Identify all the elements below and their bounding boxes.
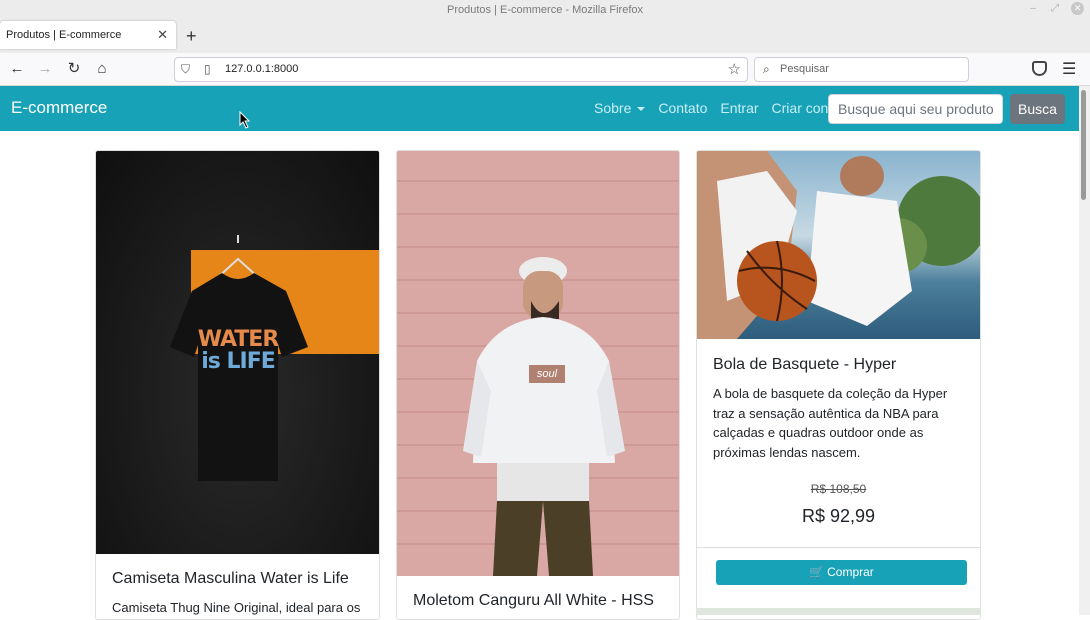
forward-icon[interactable]: → <box>35 59 55 79</box>
browser-tab[interactable]: Produtos | E-commerce ✕ <box>0 21 176 49</box>
site-navbar: E-commerce Sobre Contato Entrar Criar co… <box>0 86 1079 131</box>
url-bar[interactable]: ⛉ ▯ 127.0.0.1:8000 ☆ <box>174 57 748 82</box>
next-product-image-edge <box>696 608 981 615</box>
product-title[interactable]: Bola de Basquete - Hyper <box>713 356 896 374</box>
product-price: R$ 92,99 <box>801 506 876 526</box>
card-footer-divider <box>697 547 980 548</box>
product-card: soul Moletom Canguru All White - HSS <box>396 150 680 620</box>
page-scrollbar[interactable] <box>1079 86 1090 615</box>
window-title: Produtos | E-commerce - Mozilla Firefox <box>446 4 644 16</box>
tab-strip: Produtos | E-commerce ✕ + <box>0 20 1090 53</box>
close-window-icon[interactable]: ✕ <box>1071 2 1084 15</box>
new-tab-icon[interactable]: + <box>186 24 197 48</box>
browser-toolbar: ← → ↻ ⌂ ⛉ ▯ 127.0.0.1:8000 ☆ ⌕ Pesquisar… <box>0 53 1090 86</box>
tab-label: Produtos | E-commerce <box>6 29 122 41</box>
maximize-icon[interactable]: ⤢ <box>1049 3 1061 15</box>
product-image[interactable]: soul <box>397 151 679 576</box>
product-title[interactable]: Camiseta Masculina Water is Life <box>112 570 349 588</box>
nav-sobre-label: Sobre <box>594 100 632 116</box>
hoodie-print: soul <box>536 368 558 380</box>
product-image[interactable]: WATER is LIFE <box>96 151 379 554</box>
mouse-cursor-icon <box>239 111 251 129</box>
basketball-illustration <box>697 151 980 339</box>
product-card: Bola de Basquete - Hyper A bola de basqu… <box>696 150 981 620</box>
minimize-icon[interactable]: – <box>1027 3 1039 15</box>
shirt-print-line1: WATER <box>197 327 280 352</box>
menu-icon[interactable]: ☰ <box>1062 59 1076 79</box>
product-card: WATER is LIFE Camiseta Masculina Water i… <box>95 150 380 620</box>
nav-contato[interactable]: Contato <box>658 100 707 116</box>
caret-down-icon <box>637 107 646 112</box>
buy-button[interactable]: 🛒 Comprar <box>716 560 967 585</box>
product-description: A bola de basquete da coleção da Hyper t… <box>713 386 948 460</box>
nav-sobre[interactable]: Sobre <box>594 100 646 116</box>
search-button[interactable]: Busca <box>1010 94 1065 124</box>
pocket-icon[interactable] <box>1032 61 1047 76</box>
cart-icon: 🛒 <box>809 565 825 579</box>
reload-icon[interactable]: ↻ <box>64 59 84 79</box>
home-icon[interactable]: ⌂ <box>92 59 112 79</box>
product-old-price: R$ 108,50 <box>810 482 867 496</box>
shield-icon[interactable]: ⛉ <box>181 58 190 81</box>
hoodie-illustration <box>463 257 625 576</box>
window-controls: – ⤢ ✕ <box>1027 2 1084 15</box>
search-icon: ⌕ <box>763 62 770 76</box>
page-icon: ▯ <box>204 62 211 76</box>
buy-button-label: Comprar <box>827 565 874 579</box>
shirt-print: WATER is LIFE <box>188 329 288 373</box>
browser-search-input[interactable]: ⌕ Pesquisar <box>754 57 969 82</box>
back-icon[interactable]: ← <box>7 59 27 79</box>
product-image[interactable] <box>697 151 980 339</box>
scrollbar-thumb[interactable] <box>1081 90 1086 200</box>
window-titlebar: Produtos | E-commerce - Mozilla Firefox … <box>0 0 1090 20</box>
product-title[interactable]: Moletom Canguru All White - HSS <box>413 592 654 610</box>
browser-search-placeholder: Pesquisar <box>780 63 829 75</box>
shirt-print-line2: is LIFE <box>201 349 276 374</box>
close-tab-icon[interactable]: ✕ <box>157 21 168 49</box>
product-search-input[interactable]: Busque aqui seu produto <box>828 94 1003 124</box>
url-text[interactable]: 127.0.0.1:8000 <box>225 58 298 81</box>
site-nav-links: Sobre Contato Entrar Criar conta <box>594 100 840 116</box>
bookmark-star-icon[interactable]: ☆ <box>728 58 741 81</box>
site-brand[interactable]: E-commerce <box>11 98 107 118</box>
nav-entrar[interactable]: Entrar <box>720 100 758 116</box>
